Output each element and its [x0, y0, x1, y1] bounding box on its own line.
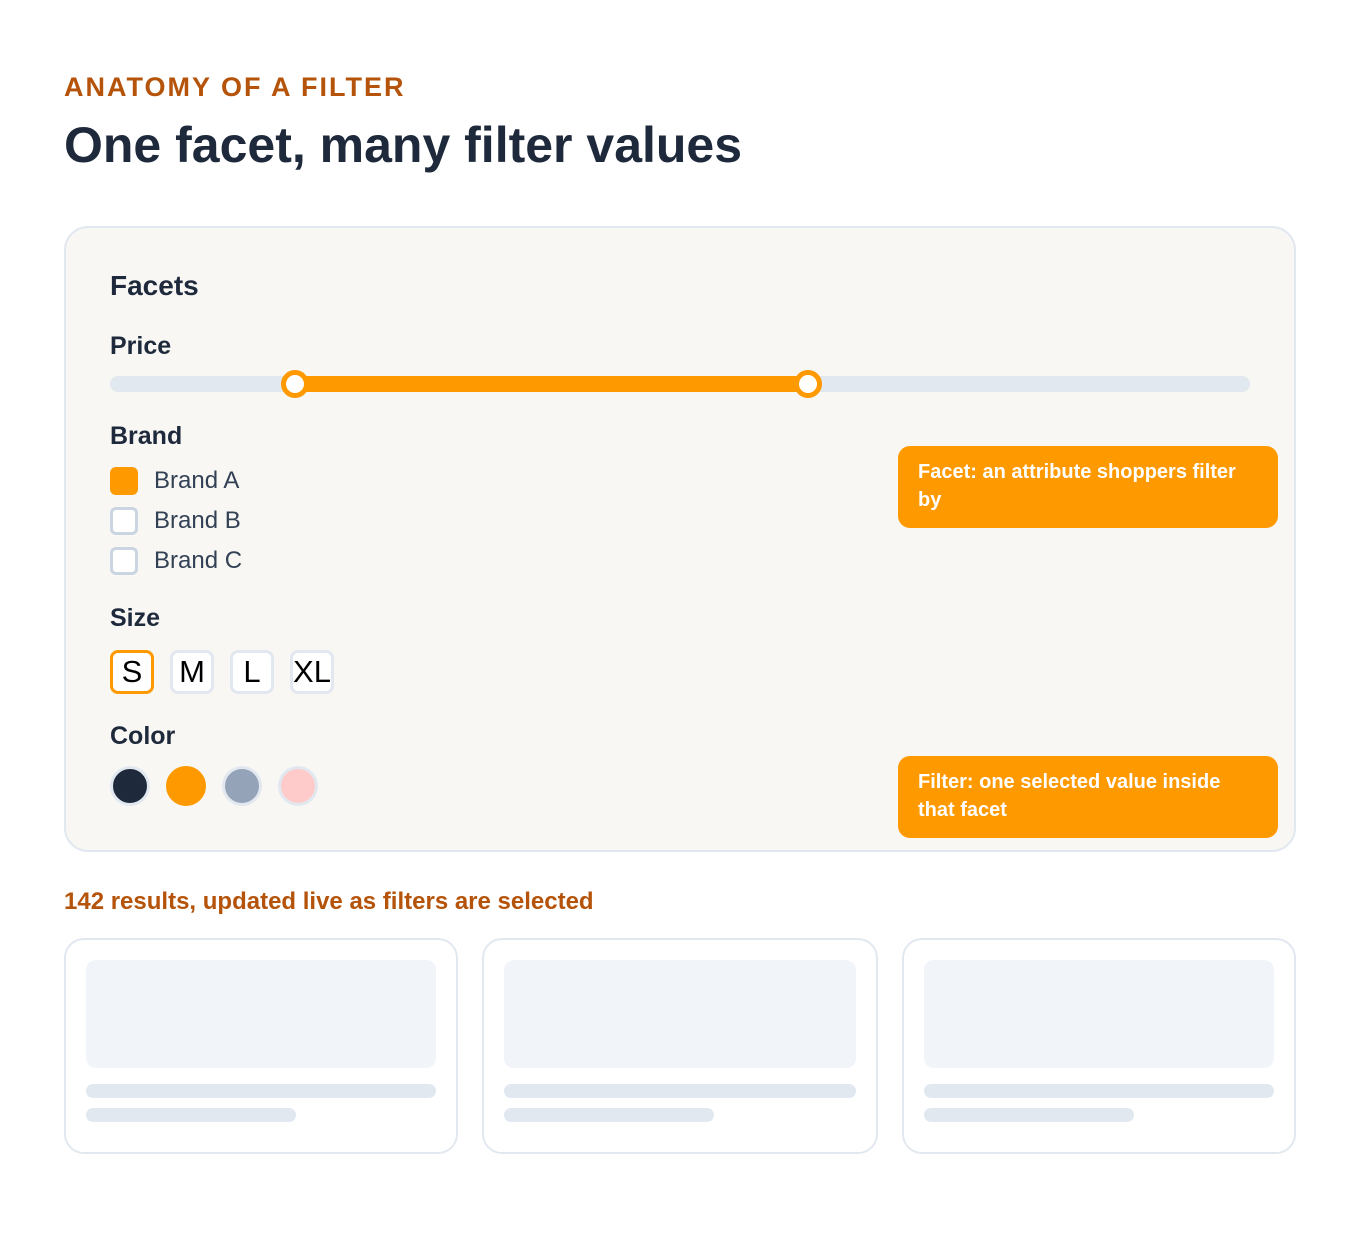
result-card-skeleton[interactable] [64, 938, 458, 1154]
size-chip-l[interactable]: L [230, 650, 274, 694]
card-image-placeholder [86, 960, 436, 1068]
color-swatch-orange[interactable] [166, 766, 206, 806]
facet-callout: Facet: an attribute shoppers filter by [898, 446, 1278, 528]
card-title-placeholder [86, 1084, 436, 1098]
result-card-skeleton[interactable] [482, 938, 878, 1154]
card-subtitle-placeholder [86, 1108, 296, 1122]
checkbox[interactable] [110, 467, 138, 495]
size-chip-s[interactable]: S [110, 650, 154, 694]
checkbox[interactable] [110, 547, 138, 575]
result-card-skeleton[interactable] [902, 938, 1296, 1154]
checkbox[interactable] [110, 507, 138, 535]
page-title: One facet, many filter values [64, 117, 743, 173]
price-slider-track[interactable] [110, 370, 1250, 398]
brand-option-label: Brand C [154, 547, 243, 574]
panel-title: Facets [110, 270, 199, 301]
facets-panel: Facets Price Brand Brand A Brand B Brand… [64, 226, 1296, 852]
results-count: 142 results, updated live as filters are… [64, 888, 594, 915]
card-subtitle-placeholder [924, 1108, 1134, 1122]
card-title-placeholder [504, 1084, 856, 1098]
price-slider-max-handle[interactable] [793, 370, 822, 398]
card-subtitle-placeholder [504, 1108, 714, 1122]
price-facet-label: Price [110, 332, 172, 360]
brand-option-label: Brand B [154, 507, 241, 534]
color-swatch-gray[interactable] [222, 766, 262, 806]
color-swatches [110, 766, 334, 806]
brand-option-label: Brand A [154, 467, 240, 494]
color-swatch-navy[interactable] [110, 766, 150, 806]
price-slider-fill [294, 376, 808, 392]
size-options: S M L XL [110, 650, 350, 694]
filter-callout: Filter: one selected value inside that f… [898, 756, 1278, 838]
color-facet-label: Color [110, 722, 176, 750]
card-image-placeholder [924, 960, 1274, 1068]
color-swatch-pink[interactable] [278, 766, 318, 806]
brand-option-c[interactable]: Brand C [110, 546, 242, 576]
brand-facet-label: Brand [110, 422, 183, 450]
eyebrow-label: ANATOMY OF A FILTER [64, 72, 406, 102]
card-image-placeholder [504, 960, 856, 1068]
size-facet-label: Size [110, 604, 161, 632]
brand-option-b[interactable]: Brand B [110, 506, 241, 536]
price-slider-min-handle[interactable] [280, 370, 309, 398]
size-chip-m[interactable]: M [170, 650, 214, 694]
brand-option-a[interactable]: Brand A [110, 466, 239, 496]
size-chip-xl[interactable]: XL [290, 650, 334, 694]
card-title-placeholder [924, 1084, 1274, 1098]
